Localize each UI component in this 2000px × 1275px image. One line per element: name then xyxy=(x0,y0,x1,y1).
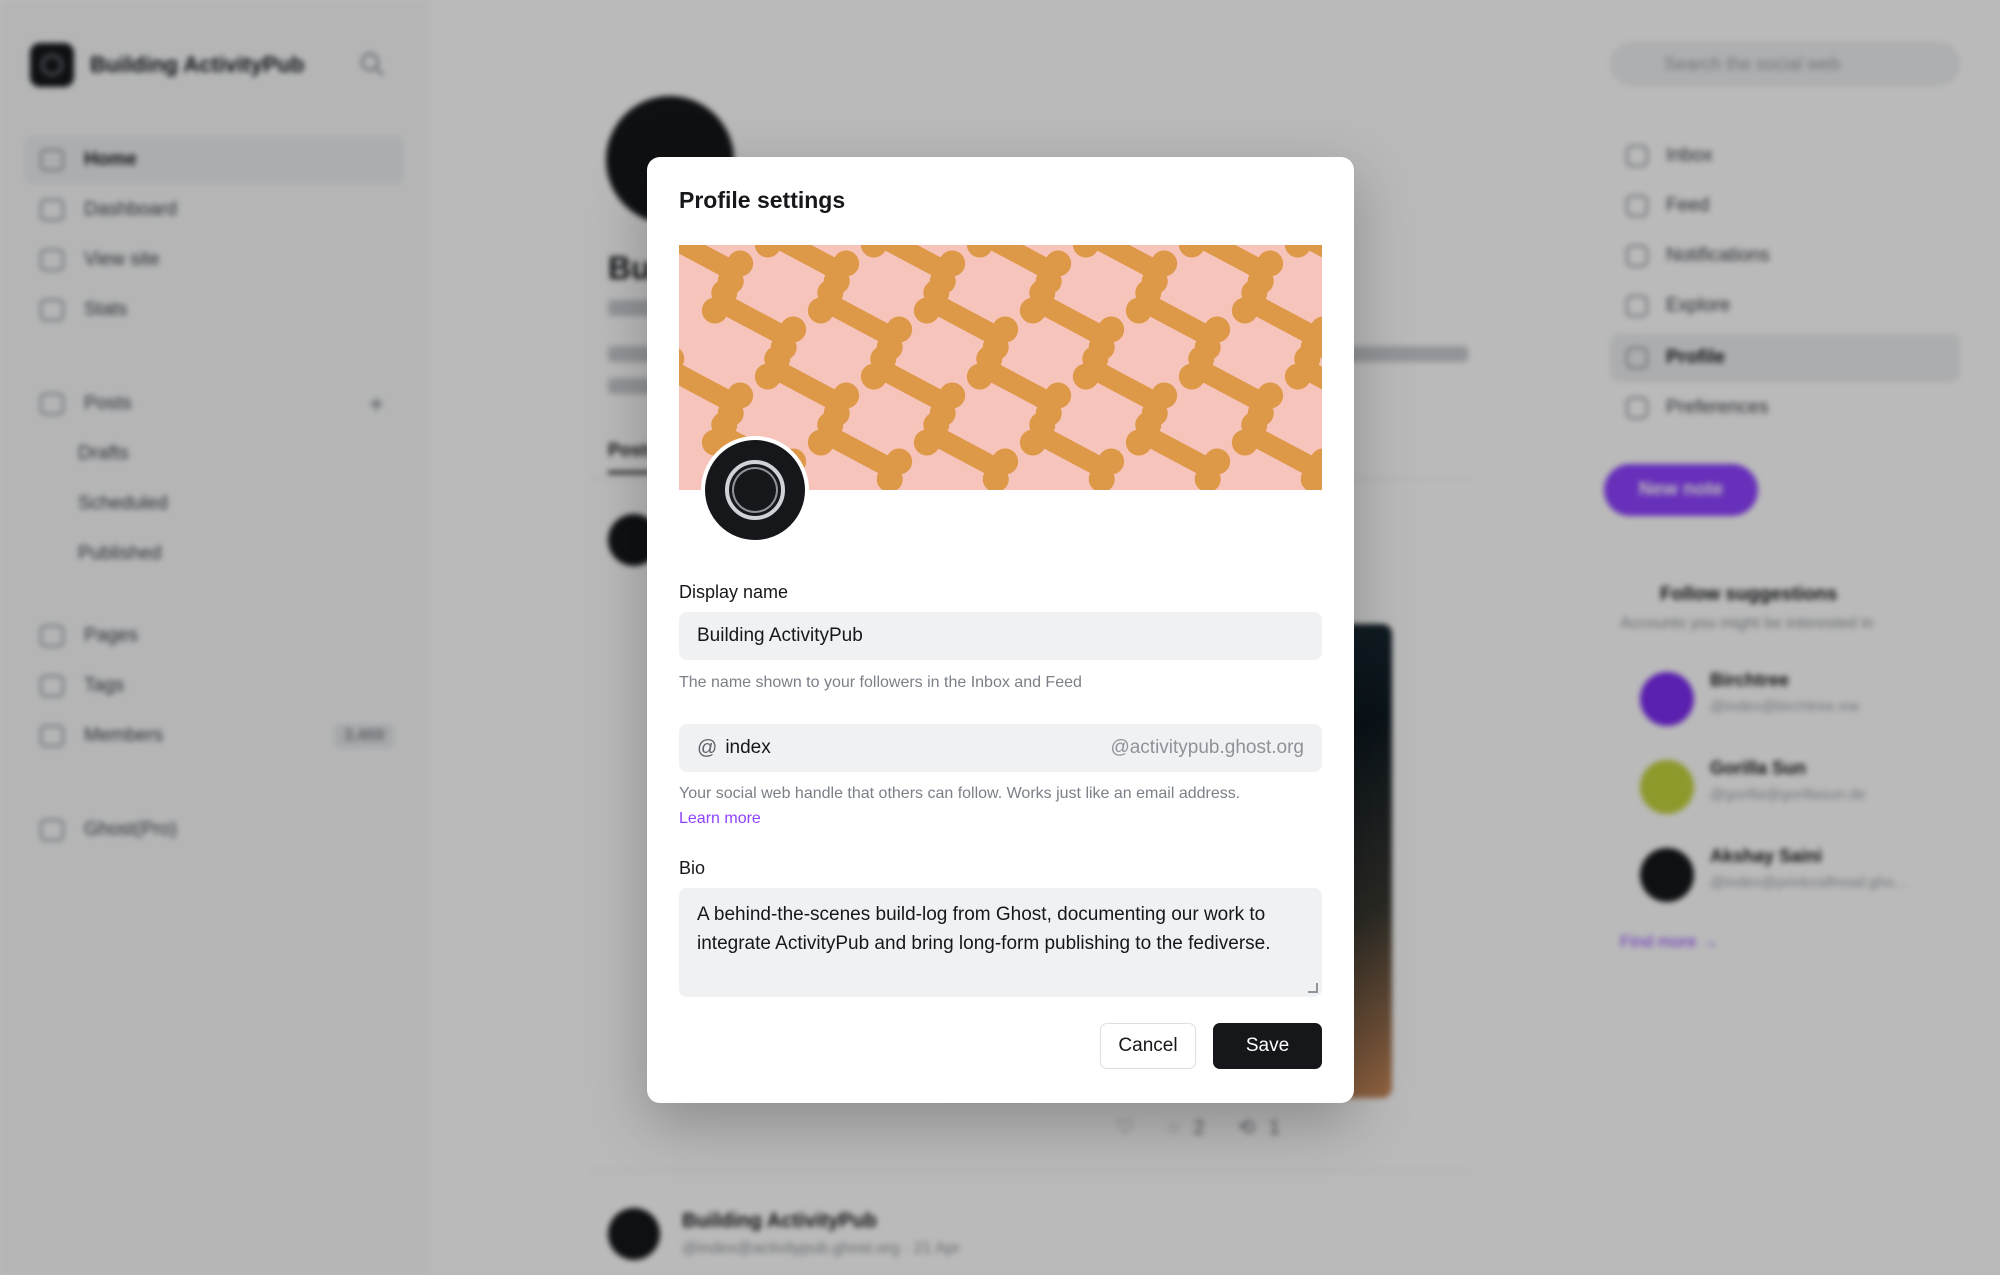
bone-pattern-icon xyxy=(1068,341,1182,431)
display-name-help: The name shown to your followers in the … xyxy=(679,674,1082,691)
handle-help: Your social web handle that others can f… xyxy=(679,785,1241,802)
bone-pattern-icon xyxy=(1121,275,1235,365)
bone-pattern-icon xyxy=(750,341,864,431)
display-name-label: Display name xyxy=(679,582,789,602)
cancel-button[interactable]: Cancel xyxy=(1100,1023,1196,1069)
resize-handle-icon[interactable] xyxy=(1308,983,1318,993)
bone-pattern-icon xyxy=(1280,341,1322,429)
bone-pattern-icon xyxy=(1280,245,1322,297)
at-icon: @ xyxy=(697,736,718,759)
ghost-logo-icon xyxy=(725,460,785,520)
bone-pattern-icon xyxy=(856,341,970,431)
bone-pattern-icon xyxy=(909,407,1023,490)
profile-settings-modal: Profile settings Display name Building A… xyxy=(647,157,1354,1103)
bio-label: Bio xyxy=(679,858,706,878)
bone-pattern-icon xyxy=(1121,407,1235,490)
handle-input[interactable]: @ index @activitypub.ghost.org xyxy=(679,724,1322,772)
display-name-value: Building ActivityPub xyxy=(697,625,863,646)
bone-pattern-icon xyxy=(1015,275,1129,365)
learn-more-link[interactable]: Learn more xyxy=(679,806,761,831)
bone-pattern-icon xyxy=(1015,407,1129,490)
save-button[interactable]: Save xyxy=(1213,1023,1322,1069)
bio-value: A behind-the-scenes build-log from Ghost… xyxy=(697,904,1271,954)
bone-pattern-icon xyxy=(697,275,811,365)
bone-pattern-icon xyxy=(909,275,1023,365)
bone-pattern-icon xyxy=(962,341,1076,431)
bone-pattern-icon xyxy=(803,407,917,490)
bone-pattern-icon xyxy=(1174,341,1288,431)
bone-pattern-icon xyxy=(803,275,917,365)
display-name-input[interactable]: Building ActivityPub xyxy=(679,612,1322,660)
handle-domain: @activitypub.ghost.org xyxy=(1110,737,1304,758)
modal-title: Profile settings xyxy=(679,187,846,213)
bio-textarea[interactable]: A behind-the-scenes build-log from Ghost… xyxy=(679,888,1322,997)
bone-pattern-icon xyxy=(1227,407,1322,490)
profile-avatar[interactable] xyxy=(701,436,809,544)
handle-value: index xyxy=(725,737,771,758)
